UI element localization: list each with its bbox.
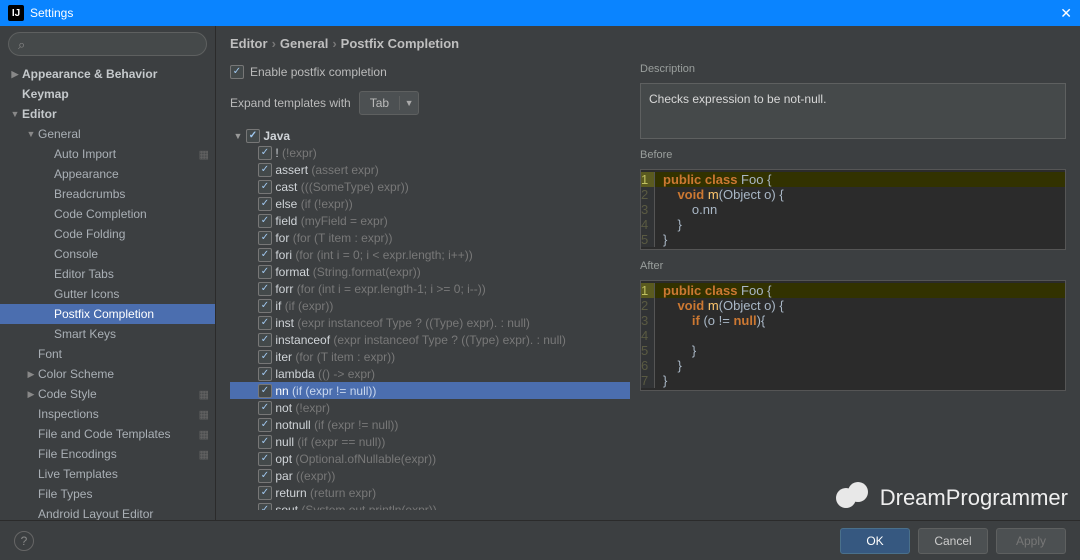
template-checkbox[interactable] (258, 316, 272, 330)
sidebar-item-auto-import[interactable]: Auto Import▦ (0, 144, 215, 164)
template-bang[interactable]: ! (!expr) (230, 144, 630, 161)
template-nn[interactable]: nn (if (expr != null)) (230, 382, 630, 399)
template-checkbox[interactable] (258, 469, 272, 483)
template-format[interactable]: format (String.format(expr)) (230, 263, 630, 280)
template-iter[interactable]: iter (for (T item : expr)) (230, 348, 630, 365)
template-checkbox[interactable] (258, 384, 272, 398)
settings-tree[interactable]: ▶Appearance & BehaviorKeymap▼Editor▼Gene… (0, 62, 215, 520)
breadcrumb: Editor›General›Postfix Completion (216, 26, 1080, 61)
sidebar-item-inspections[interactable]: Inspections▦ (0, 404, 215, 424)
sidebar-item-keymap[interactable]: Keymap (0, 84, 215, 104)
window-title: Settings (30, 6, 73, 20)
after-label: After (640, 260, 1066, 272)
sidebar-item-code-completion[interactable]: Code Completion (0, 204, 215, 224)
sidebar-item-file-encodings[interactable]: File Encodings▦ (0, 444, 215, 464)
template-checkbox[interactable] (258, 163, 272, 177)
template-else[interactable]: else (if (!expr)) (230, 195, 630, 212)
sidebar-item-postfix-completion[interactable]: Postfix Completion (0, 304, 215, 324)
template-checkbox[interactable] (258, 146, 272, 160)
sidebar-item-editor-tabs[interactable]: Editor Tabs (0, 264, 215, 284)
template-root-java[interactable]: ▼ Java (230, 127, 630, 144)
template-checkbox[interactable] (258, 299, 272, 313)
cancel-button[interactable]: Cancel (918, 528, 988, 554)
sidebar-item-android-layout-editor[interactable]: Android Layout Editor (0, 504, 215, 520)
expand-label: Expand templates with (230, 96, 351, 110)
before-code: 1public class Foo {2 void m(Object o) {3… (640, 169, 1066, 250)
search-input[interactable] (8, 32, 207, 56)
enable-label: Enable postfix completion (250, 65, 387, 79)
description-label: Description (640, 63, 1066, 75)
template-checkbox[interactable] (258, 265, 272, 279)
template-field[interactable]: field (myField = expr) (230, 212, 630, 229)
titlebar: IJ Settings ✕ (0, 0, 1080, 26)
sidebar-item-editor[interactable]: ▼Editor (0, 104, 215, 124)
enable-checkbox[interactable] (230, 65, 244, 79)
template-checkbox[interactable] (258, 214, 272, 228)
template-fori[interactable]: fori (for (int i = 0; i < expr.length; i… (230, 246, 630, 263)
template-opt[interactable]: opt (Optional.ofNullable(expr)) (230, 450, 630, 467)
template-cast[interactable]: cast (((SomeType) expr)) (230, 178, 630, 195)
template-checkbox[interactable] (258, 231, 272, 245)
close-icon[interactable]: ✕ (1060, 5, 1072, 22)
apply-button[interactable]: Apply (996, 528, 1066, 554)
sidebar-item-console[interactable]: Console (0, 244, 215, 264)
template-checkbox[interactable] (258, 350, 272, 364)
template-tree[interactable]: ▼ Java ! (!expr) assert (assert expr) ca… (230, 127, 630, 510)
template-forr[interactable]: forr (for (int i = expr.length-1; i >= 0… (230, 280, 630, 297)
template-checkbox[interactable] (258, 401, 272, 415)
sidebar-item-color-scheme[interactable]: ▶Color Scheme (0, 364, 215, 384)
sidebar-item-gutter-icons[interactable]: Gutter Icons (0, 284, 215, 304)
template-checkbox[interactable] (258, 435, 272, 449)
template-checkbox[interactable] (258, 248, 272, 262)
sidebar-item-breadcrumbs[interactable]: Breadcrumbs (0, 184, 215, 204)
template-checkbox[interactable] (258, 418, 272, 432)
template-notnull[interactable]: notnull (if (expr != null)) (230, 416, 630, 433)
template-inst[interactable]: inst (expr instanceof Type ? ((Type) exp… (230, 314, 630, 331)
before-label: Before (640, 149, 1066, 161)
sidebar-item-general[interactable]: ▼General (0, 124, 215, 144)
sidebar-item-file-and-code-templates[interactable]: File and Code Templates▦ (0, 424, 215, 444)
description-box: Checks expression to be not-null. (640, 83, 1066, 139)
template-assert[interactable]: assert (assert expr) (230, 161, 630, 178)
template-checkbox[interactable] (258, 282, 272, 296)
footer: ? OK Cancel Apply (0, 520, 1080, 560)
root-checkbox[interactable] (246, 129, 260, 143)
expand-combo[interactable]: Tab▼ (359, 91, 419, 115)
template-checkbox[interactable] (258, 452, 272, 466)
help-button[interactable]: ? (14, 531, 34, 551)
sidebar-item-smart-keys[interactable]: Smart Keys (0, 324, 215, 344)
template-sout[interactable]: sout (System.out.println(expr)) (230, 501, 630, 510)
template-instanceof[interactable]: instanceof (expr instanceof Type ? ((Typ… (230, 331, 630, 348)
sidebar-item-font[interactable]: Font (0, 344, 215, 364)
after-code: 1public class Foo {2 void m(Object o) {3… (640, 280, 1066, 391)
app-icon: IJ (8, 5, 24, 21)
sidebar-item-code-style[interactable]: ▶Code Style▦ (0, 384, 215, 404)
sidebar-item-live-templates[interactable]: Live Templates (0, 464, 215, 484)
template-if[interactable]: if (if (expr)) (230, 297, 630, 314)
chevron-down-icon: ▼ (400, 98, 418, 108)
sidebar-item-appearance[interactable]: Appearance (0, 164, 215, 184)
ok-button[interactable]: OK (840, 528, 910, 554)
template-checkbox[interactable] (258, 197, 272, 211)
template-par[interactable]: par ((expr)) (230, 467, 630, 484)
template-checkbox[interactable] (258, 333, 272, 347)
sidebar-item-appearance-behavior[interactable]: ▶Appearance & Behavior (0, 64, 215, 84)
template-null[interactable]: null (if (expr == null)) (230, 433, 630, 450)
search-icon: ⌕ (18, 37, 25, 53)
settings-sidebar: ⌕ ▶Appearance & BehaviorKeymap▼Editor▼Ge… (0, 26, 216, 520)
template-lambda[interactable]: lambda (() -> expr) (230, 365, 630, 382)
template-checkbox[interactable] (258, 486, 272, 500)
template-not[interactable]: not (!expr) (230, 399, 630, 416)
template-checkbox[interactable] (258, 180, 272, 194)
sidebar-item-file-types[interactable]: File Types (0, 484, 215, 504)
sidebar-item-code-folding[interactable]: Code Folding (0, 224, 215, 244)
template-return[interactable]: return (return expr) (230, 484, 630, 501)
template-checkbox[interactable] (258, 503, 272, 511)
template-for[interactable]: for (for (T item : expr)) (230, 229, 630, 246)
template-checkbox[interactable] (258, 367, 272, 381)
